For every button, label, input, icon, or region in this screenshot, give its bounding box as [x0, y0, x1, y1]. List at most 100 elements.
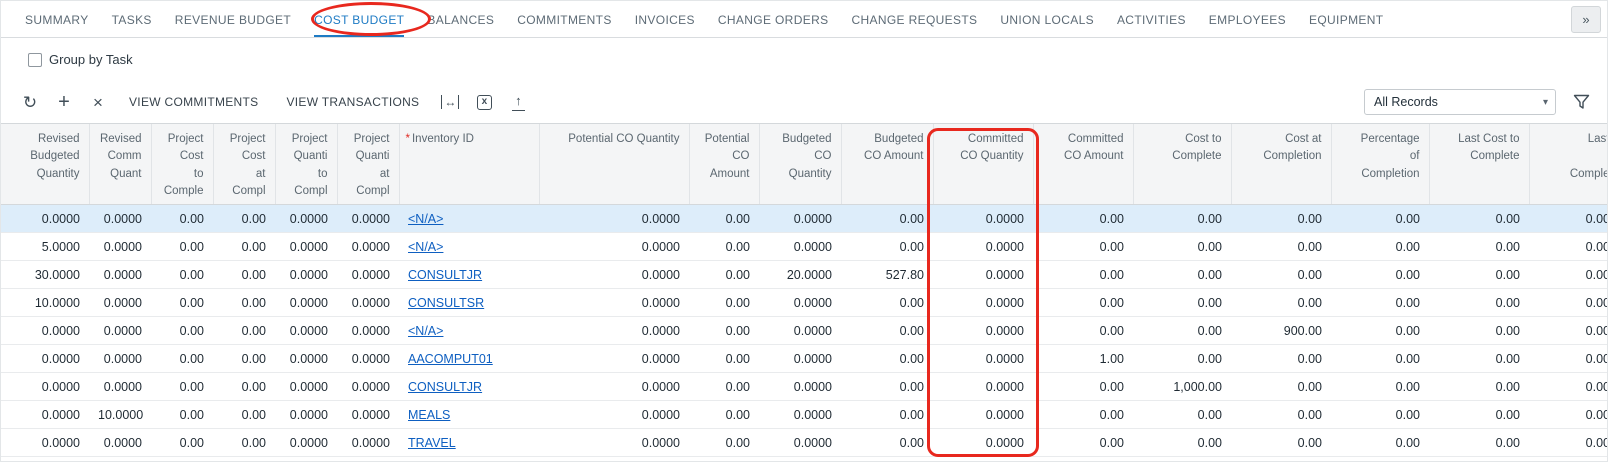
- numeric-cell: 0.00: [1231, 401, 1331, 429]
- column-header-project[interactable]: Project Quanti to Compl: [275, 124, 337, 205]
- delete-row-button[interactable]: ×: [82, 87, 114, 117]
- tab-union-locals[interactable]: UNION LOCALS: [1000, 1, 1094, 37]
- column-header-potential[interactable]: Potential CO Amount: [689, 124, 759, 205]
- tab-change-requests[interactable]: CHANGE REQUESTS: [851, 1, 977, 37]
- tab-summary[interactable]: SUMMARY: [25, 1, 89, 37]
- view-commitments-button[interactable]: VIEW COMMITMENTS: [116, 87, 271, 117]
- tab-balances[interactable]: BALANCES: [427, 1, 494, 37]
- inventory-id-link[interactable]: TRAVEL: [408, 436, 456, 450]
- numeric-cell: 0.0000: [89, 373, 151, 401]
- inventory-id-cell: <N/A>: [399, 233, 539, 261]
- numeric-cell: 0.00: [151, 401, 213, 429]
- numeric-cell: 0.0000: [275, 261, 337, 289]
- group-by-task-checkbox[interactable]: [28, 53, 42, 67]
- numeric-cell: 0.0000: [759, 401, 841, 429]
- numeric-cell: 0.00: [841, 429, 933, 457]
- inventory-id-link[interactable]: CONSULTJR: [408, 268, 482, 282]
- group-by-task-control[interactable]: Group by Task: [28, 52, 133, 67]
- inventory-id-link[interactable]: CONSULTSR: [408, 296, 484, 310]
- inventory-id-link[interactable]: <N/A>: [408, 212, 443, 226]
- numeric-cell: 0.00: [151, 429, 213, 457]
- fit-width-button[interactable]: ↔: [434, 87, 466, 117]
- numeric-cell: 0.00: [213, 373, 275, 401]
- numeric-cell: 0.00: [213, 261, 275, 289]
- table-row[interactable]: 10.00000.00000.000.000.00000.0000CONSULT…: [1, 289, 1608, 317]
- export-excel-button[interactable]: x: [468, 87, 500, 117]
- view-transactions-button[interactable]: VIEW TRANSACTIONS: [273, 87, 432, 117]
- numeric-cell: 10.0000: [1, 289, 89, 317]
- refresh-button[interactable]: ↻: [14, 87, 46, 117]
- tab-commitments[interactable]: COMMITMENTS: [517, 1, 612, 37]
- upload-button[interactable]: ↑: [502, 87, 534, 117]
- project-cost-budget-screen: SUMMARY TASKS REVENUE BUDGET COST BUDGET BAL…: [0, 0, 1608, 462]
- inventory-id-link[interactable]: AACOMPUT01: [408, 352, 493, 366]
- tab-invoices[interactable]: INVOICES: [635, 1, 695, 37]
- table-row[interactable]: 5.00000.00000.000.000.00000.0000<N/A>0.0…: [1, 233, 1608, 261]
- column-header-budgeted[interactable]: Budgeted CO Amount: [841, 124, 933, 205]
- inventory-id-link[interactable]: <N/A>: [408, 324, 443, 338]
- numeric-cell: 0.0000: [337, 261, 399, 289]
- numeric-cell: 0.00: [841, 317, 933, 345]
- numeric-cell: 0.0000: [539, 401, 689, 429]
- inventory-id-link[interactable]: CONSULTJR: [408, 380, 482, 394]
- numeric-cell: 0.0000: [89, 317, 151, 345]
- numeric-cell: 0.00: [1033, 205, 1133, 233]
- tab-tasks[interactable]: TASKS: [112, 1, 152, 37]
- numeric-cell: 0.00: [841, 205, 933, 233]
- column-header-project[interactable]: Project Cost at Compl: [213, 124, 275, 205]
- inventory-id-link[interactable]: MEALS: [408, 408, 450, 422]
- table-row[interactable]: 0.00000.00000.000.000.00000.0000<N/A>0.0…: [1, 205, 1608, 233]
- column-header-label: Inventory ID: [412, 133, 474, 145]
- table-row[interactable]: 0.00000.00000.000.000.00000.0000<N/A>0.0…: [1, 317, 1608, 345]
- column-header-cost-to[interactable]: Cost to Complete: [1133, 124, 1231, 205]
- numeric-cell: 0.00: [1529, 429, 1608, 457]
- column-header-project[interactable]: Project Quanti at Compl: [337, 124, 399, 205]
- tab-overflow-button[interactable]: »: [1571, 6, 1601, 33]
- numeric-cell: 0.00: [1529, 261, 1608, 289]
- numeric-cell: 0.0000: [337, 233, 399, 261]
- numeric-cell: 0.0000: [539, 373, 689, 401]
- column-header-percentage[interactable]: Percentage of Completion: [1331, 124, 1429, 205]
- column-header-committed[interactable]: Committed CO Amount: [1033, 124, 1133, 205]
- column-header-label: Potential CO Quantity: [568, 133, 679, 145]
- tab-change-orders[interactable]: CHANGE ORDERS: [718, 1, 829, 37]
- tab-revenue-budget[interactable]: REVENUE BUDGET: [175, 1, 291, 37]
- column-header-potential-co-quantity[interactable]: Potential CO Quantity: [539, 124, 689, 205]
- table-row[interactable]: 0.00000.00000.000.000.00000.0000TRAVEL0.…: [1, 429, 1608, 457]
- column-header-project[interactable]: Project Cost to Comple: [151, 124, 213, 205]
- column-header-budgeted[interactable]: Budgeted CO Quantity: [759, 124, 841, 205]
- column-header-cost-at[interactable]: Cost at Completion: [1231, 124, 1331, 205]
- numeric-cell: 0.00: [1331, 373, 1429, 401]
- table-row[interactable]: 30.00000.00000.000.000.00000.0000CONSULT…: [1, 261, 1608, 289]
- column-header-last-cost-to[interactable]: Last Cost to Complete: [1429, 124, 1529, 205]
- records-filter-select[interactable]: All Records ▾: [1364, 89, 1556, 115]
- numeric-cell: 0.0000: [759, 317, 841, 345]
- column-header-label: Project Quanti to Compl: [292, 133, 328, 197]
- table-row[interactable]: 0.00000.00000.000.000.00000.0000CONSULTJ…: [1, 373, 1608, 401]
- numeric-cell: 0.0000: [933, 261, 1033, 289]
- column-header-last[interactable]: Last Comple: [1529, 124, 1608, 205]
- numeric-cell: 527.80: [841, 261, 933, 289]
- tab-activities[interactable]: ACTIVITIES: [1117, 1, 1186, 37]
- column-header-inventory-id[interactable]: *Inventory ID: [399, 124, 539, 205]
- column-header-revised[interactable]: Revised Budgeted Quantity: [1, 124, 89, 205]
- column-header-label: Project Quanti at Compl: [354, 133, 390, 197]
- numeric-cell: 0.00: [1529, 317, 1608, 345]
- tab-employees[interactable]: EMPLOYEES: [1209, 1, 1286, 37]
- add-row-button[interactable]: +: [48, 87, 80, 117]
- column-header-label: Project Cost at Compl: [230, 133, 266, 197]
- inventory-id-link[interactable]: <N/A>: [408, 240, 443, 254]
- numeric-cell: 0.0000: [539, 317, 689, 345]
- numeric-cell: 0.00: [1033, 429, 1133, 457]
- filter-settings-button[interactable]: [1565, 87, 1597, 117]
- numeric-cell: 0.0000: [1, 373, 89, 401]
- column-header-committed[interactable]: Committed CO Quantity: [933, 124, 1033, 205]
- table-row[interactable]: 0.00000.00000.000.000.00000.0000AACOMPUT…: [1, 345, 1608, 373]
- table-row[interactable]: 0.000010.00000.000.000.00000.0000MEALS0.…: [1, 401, 1608, 429]
- numeric-cell: 0.0000: [1, 429, 89, 457]
- numeric-cell: 0.0000: [933, 205, 1033, 233]
- column-header-revised[interactable]: Revised Comm Quant: [89, 124, 151, 205]
- numeric-cell: 0.0000: [933, 401, 1033, 429]
- tab-equipment[interactable]: EQUIPMENT: [1309, 1, 1384, 37]
- tab-cost-budget[interactable]: COST BUDGET: [314, 1, 404, 37]
